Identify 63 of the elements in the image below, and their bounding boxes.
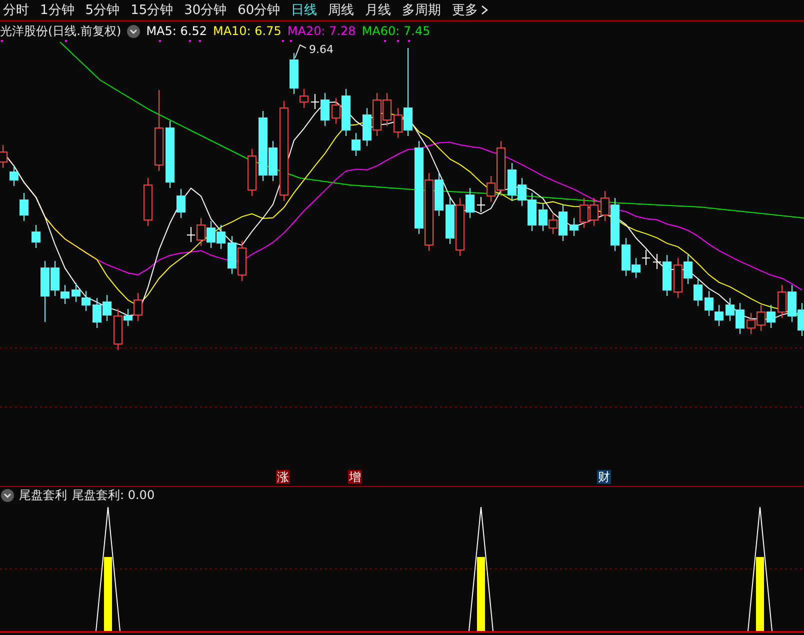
period-tab[interactable]: 1分钟 (40, 1, 74, 19)
candlestick (238, 240, 246, 282)
candlestick (590, 198, 598, 226)
candlestick (538, 202, 548, 232)
period-tab[interactable]: 日线 (291, 1, 318, 19)
candlestick (746, 312, 756, 334)
candlestick (766, 304, 776, 328)
event-marker[interactable]: 增 (348, 470, 362, 484)
candlestick (32, 224, 40, 248)
candlestick (788, 284, 796, 322)
period-tab[interactable]: 更多 (452, 1, 488, 19)
candlestick (216, 224, 226, 250)
candlestick (228, 236, 236, 274)
candlestick (166, 120, 174, 188)
candlestick (72, 282, 80, 302)
candlestick (20, 192, 28, 222)
period-tab[interactable]: 30分钟 (184, 1, 227, 19)
candlestick (10, 164, 18, 186)
indicator-value: 尾盘套利: 0.00 (72, 486, 155, 504)
candlestick (714, 304, 724, 326)
chevron-right-icon (481, 5, 488, 15)
moving-average-label: MA20: 7.28 (287, 24, 356, 38)
period-tab[interactable]: 周线 (328, 1, 354, 19)
candlestick (82, 290, 90, 312)
candlestick (382, 92, 392, 126)
moving-average-label: MA60: 7.45 (362, 24, 430, 38)
leader-line (294, 44, 306, 58)
period-tab[interactable]: 月线 (365, 1, 392, 19)
candlestick (694, 278, 702, 306)
period-tab[interactable]: 分时 (3, 1, 29, 19)
candlestick (674, 258, 682, 298)
candlestick (248, 148, 256, 196)
period-tab[interactable]: 5分钟 (85, 1, 120, 19)
candlestick (684, 254, 692, 284)
moving-average-label: MA5: 6.52 (146, 24, 207, 38)
candlestick (704, 290, 714, 316)
period-tab[interactable]: 15分钟 (130, 1, 174, 19)
candlestick (726, 298, 734, 322)
candlestick (362, 108, 372, 146)
candlestick (518, 178, 526, 206)
candlestick (778, 284, 786, 318)
event-marker[interactable]: 财 (597, 470, 611, 484)
moving-average-label: MA10: 6.75 (212, 24, 282, 38)
period-tab[interactable]: 60分钟 (238, 1, 280, 19)
candlestick (642, 250, 650, 266)
candlestick (528, 192, 536, 232)
candlestick (176, 188, 186, 218)
candlestick (92, 298, 102, 328)
indicator-name: 尾盘套利 (19, 486, 67, 504)
candlestick (446, 198, 454, 244)
dropdown-icon[interactable] (127, 24, 140, 38)
candlestick (508, 162, 516, 202)
candlestick (372, 92, 382, 136)
candlestick (736, 302, 744, 334)
candlestick (144, 178, 152, 226)
event-marker[interactable]: 涨 (276, 470, 290, 484)
period-tab[interactable]: 多周期 (402, 1, 442, 19)
dropdown-icon[interactable] (1, 488, 14, 502)
candlestick (206, 220, 216, 248)
chart-title: 光洋股份(日线.前复权) (0, 22, 122, 40)
candlestick (756, 304, 766, 332)
high-price-label: 9.64 (309, 43, 334, 56)
candlestick (102, 294, 112, 322)
